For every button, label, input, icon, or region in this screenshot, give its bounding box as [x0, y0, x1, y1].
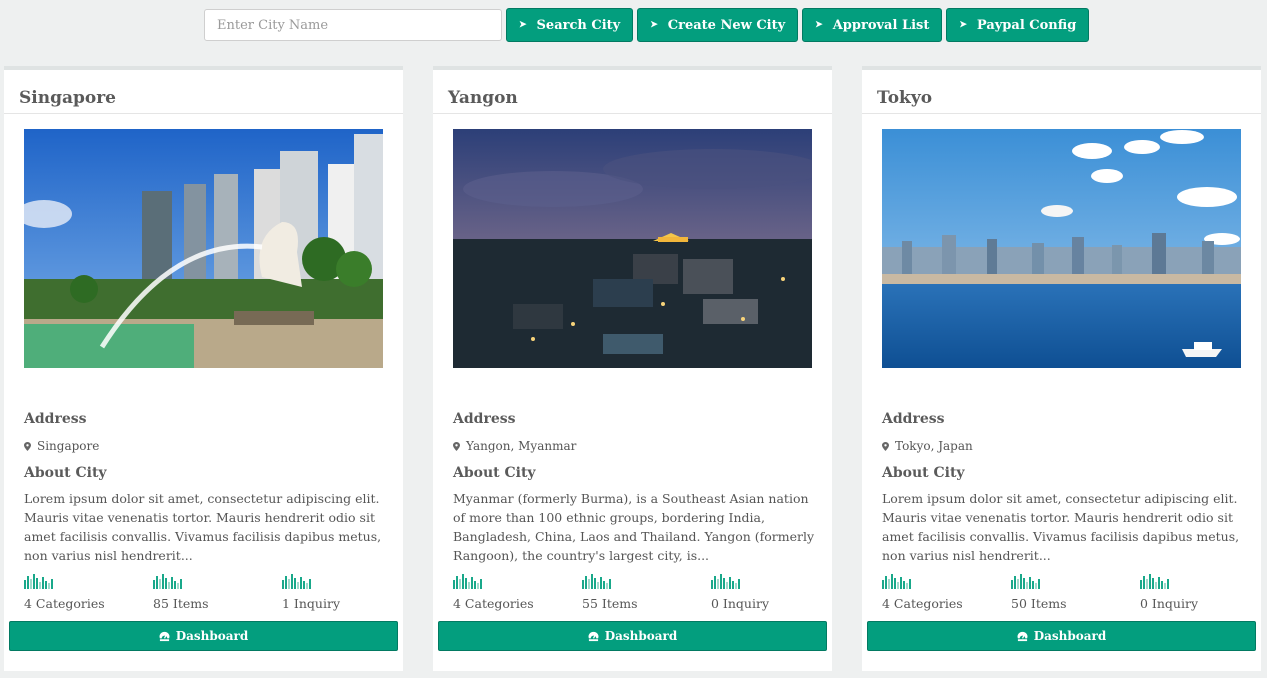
map-marker-icon — [24, 441, 31, 451]
dashboard-gauge-icon — [159, 631, 170, 641]
items-stat: 55 Items — [582, 573, 702, 611]
search-city-button[interactable]: ➤ Search City — [506, 8, 634, 42]
arrow-right-icon: ➤ — [650, 20, 658, 30]
address-text: Yangon, Myanmar — [466, 439, 577, 453]
create-new-city-label: Create New City — [667, 17, 786, 33]
search-city-label: Search City — [536, 17, 621, 33]
city-card-singapore: Singapore Address Singapore About City L… — [4, 66, 403, 671]
arrow-right-icon: ➤ — [519, 20, 527, 30]
city-photo — [453, 129, 812, 368]
city-photo — [882, 129, 1241, 368]
paypal-config-button[interactable]: ➤ Paypal Config — [946, 8, 1090, 42]
city-card-tokyo: Tokyo Address Tokyo, Japan About City Lo… — [862, 66, 1261, 671]
inquiry-count: 1 Inquiry — [282, 596, 341, 611]
bar-chart-icon — [153, 573, 273, 589]
map-marker-icon — [882, 441, 889, 451]
address-heading: Address — [24, 411, 87, 427]
bar-chart-icon — [1011, 573, 1131, 589]
dashboard-button[interactable]: Dashboard — [867, 621, 1256, 651]
bar-chart-icon — [1140, 573, 1260, 589]
dashboard-label: Dashboard — [175, 629, 249, 643]
city-card-yangon: Yangon Address Yangon, Myanmar About Cit… — [433, 66, 832, 671]
approval-list-label: Approval List — [832, 17, 930, 33]
categories-count: 4 Categories — [453, 596, 534, 611]
bar-chart-icon — [711, 573, 831, 589]
dashboard-label: Dashboard — [604, 629, 678, 643]
bar-chart-icon — [282, 573, 402, 589]
bar-chart-icon — [882, 573, 1002, 589]
toolbar: ➤ Search City ➤ Create New City ➤ Approv… — [204, 8, 1093, 42]
arrow-right-icon: ➤ — [959, 20, 967, 30]
categories-stat: 4 Categories — [24, 573, 144, 611]
categories-count: 4 Categories — [882, 596, 963, 611]
address-text: Singapore — [37, 439, 100, 453]
create-new-city-button[interactable]: ➤ Create New City — [637, 8, 799, 42]
items-count: 85 Items — [153, 596, 209, 611]
address-line: Yangon, Myanmar — [453, 439, 576, 453]
categories-count: 4 Categories — [24, 596, 105, 611]
about-city-text: Lorem ipsum dolor sit amet, consectetur … — [882, 491, 1240, 563]
paypal-config-label: Paypal Config — [976, 17, 1077, 33]
dashboard-button[interactable]: Dashboard — [9, 621, 398, 651]
about-city-heading: About City — [453, 465, 536, 481]
city-title: Tokyo — [862, 70, 1261, 114]
address-heading: Address — [882, 411, 945, 427]
city-title: Singapore — [4, 70, 403, 114]
bar-chart-icon — [582, 573, 702, 589]
city-search-input[interactable] — [204, 9, 502, 41]
inquiry-stat: 0 Inquiry — [1140, 573, 1260, 611]
items-stat: 85 Items — [153, 573, 273, 611]
inquiry-stat: 1 Inquiry — [282, 573, 402, 611]
about-city-text: Lorem ipsum dolor sit amet, consectetur … — [24, 491, 382, 563]
about-city-text: Myanmar (formerly Burma), is a Southeast… — [453, 491, 815, 563]
dashboard-label: Dashboard — [1033, 629, 1107, 643]
items-stat: 50 Items — [1011, 573, 1131, 611]
address-line: Singapore — [24, 439, 99, 453]
dashboard-gauge-icon — [1017, 631, 1028, 641]
categories-stat: 4 Categories — [453, 573, 573, 611]
categories-stat: 4 Categories — [882, 573, 1002, 611]
items-count: 50 Items — [1011, 596, 1067, 611]
address-text: Tokyo, Japan — [895, 439, 973, 453]
address-line: Tokyo, Japan — [882, 439, 973, 453]
bar-chart-icon — [24, 573, 144, 589]
bar-chart-icon — [453, 573, 573, 589]
city-photo — [24, 129, 383, 368]
inquiry-count: 0 Inquiry — [1140, 596, 1199, 611]
items-count: 55 Items — [582, 596, 638, 611]
dashboard-button[interactable]: Dashboard — [438, 621, 827, 651]
approval-list-button[interactable]: ➤ Approval List — [802, 8, 943, 42]
map-marker-icon — [453, 441, 460, 451]
arrow-right-icon: ➤ — [815, 20, 823, 30]
dashboard-gauge-icon — [588, 631, 599, 641]
inquiry-count: 0 Inquiry — [711, 596, 770, 611]
address-heading: Address — [453, 411, 516, 427]
about-city-heading: About City — [24, 465, 107, 481]
city-title: Yangon — [433, 70, 832, 114]
about-city-heading: About City — [882, 465, 965, 481]
inquiry-stat: 0 Inquiry — [711, 573, 831, 611]
